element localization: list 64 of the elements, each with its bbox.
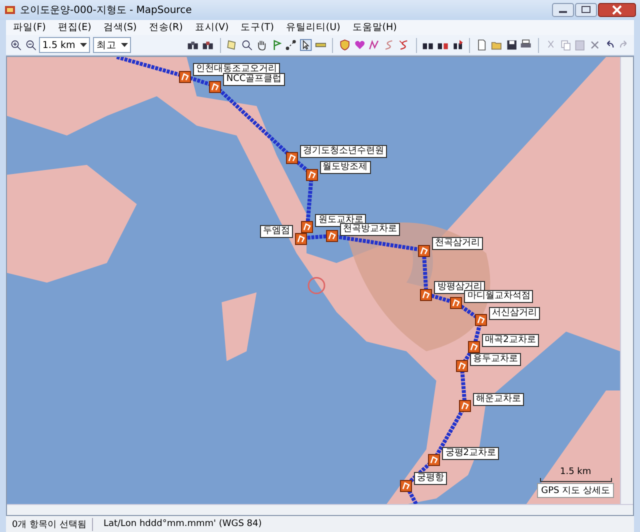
scale-distance: 1.5 km (560, 467, 592, 478)
waypoint-icon[interactable] (178, 70, 191, 83)
waypoint-label[interactable]: 궁평항 (414, 472, 448, 486)
menu-item[interactable]: 전송(R) (144, 20, 188, 35)
app-icon (4, 4, 16, 16)
selection-status: 0개 항목이 선택됨 (6, 518, 94, 531)
waypoint-label[interactable]: 천곡방교차로 (340, 222, 400, 236)
position-format-status: Lat/Lon hddd°mm.mmm' (WGS 84) (102, 519, 263, 530)
waypoint-icon[interactable] (301, 221, 314, 234)
maximize-button[interactable] (575, 2, 597, 17)
caret-icon (121, 43, 128, 48)
waypoint-label[interactable]: 해운교차로 (472, 392, 524, 406)
waypoint-label[interactable]: 두엠점 (260, 225, 294, 238)
zoom-in-icon[interactable] (10, 38, 22, 52)
menu-item[interactable]: 도움말(H) (347, 20, 402, 35)
menu-item[interactable]: 편집(E) (52, 20, 96, 35)
waypoint-icon[interactable] (418, 244, 430, 257)
save-icon[interactable] (506, 38, 518, 52)
detail-level-dropdown[interactable]: 최고 (93, 37, 132, 54)
menu-item[interactable]: 유틸리티(U) (280, 20, 346, 35)
waypoint-icon[interactable] (420, 288, 432, 301)
waypoint-label[interactable]: 궁평2교차로 (442, 446, 499, 460)
map-drawing[interactable] (7, 56, 620, 504)
waypoint-label[interactable]: 마디월교차석점 (464, 290, 534, 303)
waypoint-icon[interactable] (458, 400, 471, 412)
waypoint-icon[interactable] (474, 314, 487, 326)
waypoint-label[interactable]: NCC골프클럽 (223, 73, 285, 86)
waypoint-icon[interactable] (450, 297, 462, 310)
waypoint-label[interactable]: 경기도청소년수련원 (300, 144, 388, 158)
horizontal-scrollbar[interactable] (7, 504, 633, 516)
waypoint-label[interactable]: 천곡삼거리 (432, 237, 483, 250)
menu-item[interactable]: 파일(F) (8, 20, 51, 35)
vertical-scrollbar[interactable] (620, 56, 633, 504)
shield-icon[interactable] (339, 38, 351, 52)
waypoint-icon[interactable] (306, 168, 318, 181)
close-button[interactable] (598, 2, 636, 17)
waypoint-icon[interactable] (400, 480, 412, 492)
pointer-icon[interactable] (300, 38, 312, 52)
zoom-tool-icon[interactable] (241, 38, 253, 52)
zoom-scale-dropdown[interactable]: 1.5 km (39, 37, 90, 54)
route-icon[interactable] (285, 38, 297, 52)
zoom-out-icon[interactable] (24, 38, 36, 52)
caret-icon (80, 43, 88, 48)
waypoint-icon[interactable] (209, 80, 222, 93)
hand-icon[interactable] (256, 38, 268, 52)
curve-icon[interactable] (383, 38, 395, 52)
new-file-icon[interactable] (476, 38, 488, 52)
window-title: 오이도운양-000-지형도 - MapSource (20, 4, 193, 17)
menu-item[interactable]: 도구(T) (236, 20, 279, 35)
menu-item[interactable]: 표시(V) (190, 20, 234, 35)
minimize-button[interactable] (552, 2, 574, 17)
waypoint-label[interactable]: 월도방조제 (320, 161, 371, 174)
waypoint-icon[interactable] (326, 230, 338, 242)
waypoint-icon[interactable] (286, 152, 298, 164)
waypoint-label[interactable]: 용두교차로 (470, 352, 521, 366)
waypoint-icon[interactable] (456, 360, 468, 372)
waypoint-label[interactable]: 매곡2교차로 (482, 334, 539, 347)
waypoint-flag-icon[interactable] (270, 38, 282, 52)
waypoint-icon[interactable] (295, 232, 308, 245)
map-name: GPS 지도 상세도 (537, 483, 614, 498)
waypoint-label[interactable]: 서신삼거리 (488, 306, 540, 320)
menu-item[interactable]: 검색(S) (98, 20, 142, 35)
waypoint-icon[interactable] (428, 454, 440, 466)
waypoint-icon[interactable] (468, 341, 480, 354)
